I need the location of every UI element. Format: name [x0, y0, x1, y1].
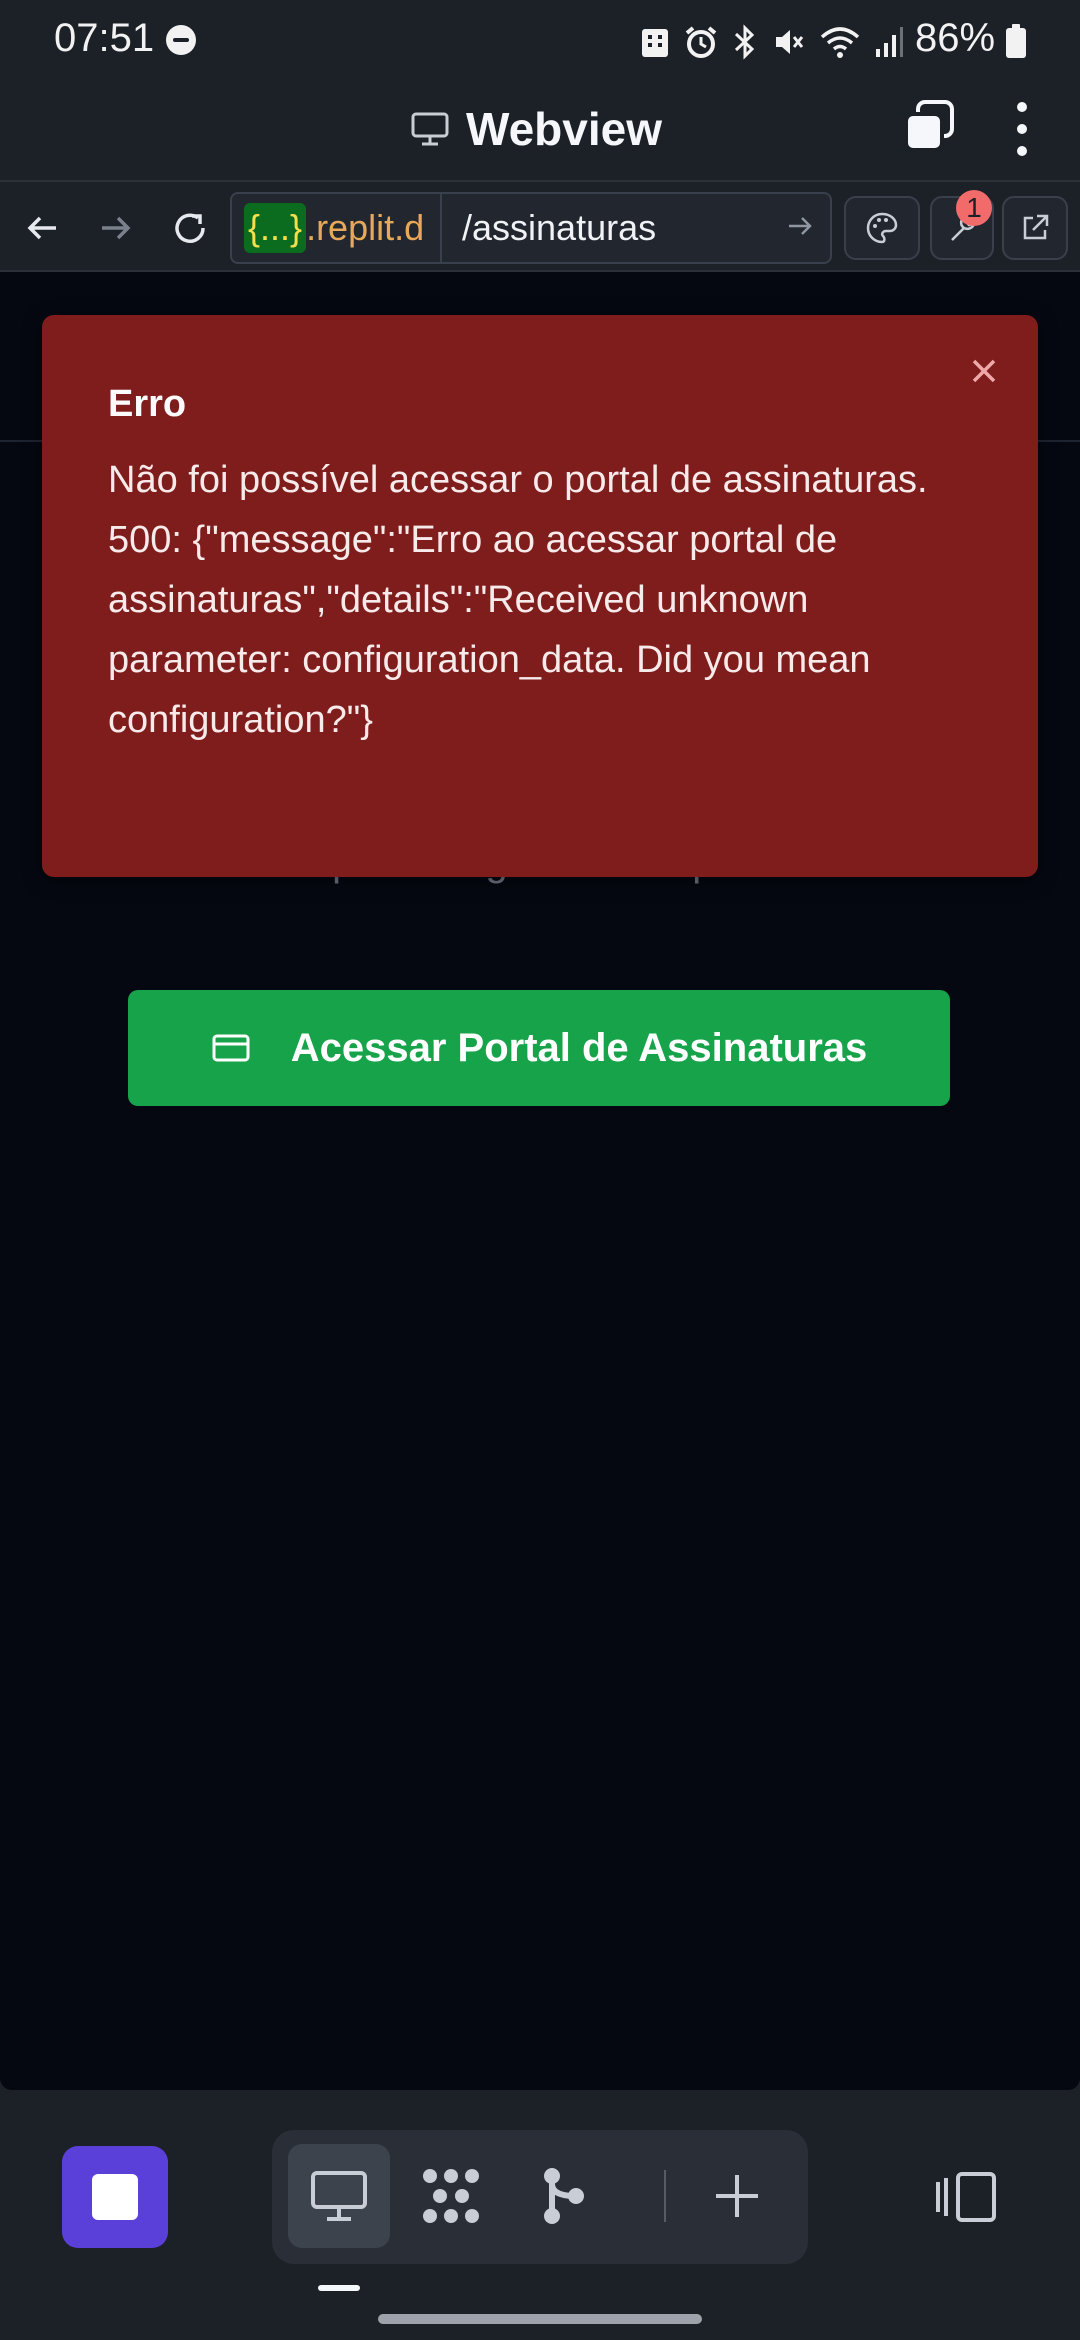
monitor-icon — [311, 2171, 367, 2221]
access-portal-button[interactable]: Acessar Portal de Assinaturas — [128, 990, 950, 1106]
theme-palette-button[interactable] — [844, 196, 920, 260]
page-title: Webview — [466, 103, 662, 155]
stop-button[interactable] — [62, 2146, 168, 2248]
back-arrow-icon[interactable] — [22, 208, 62, 248]
status-time: 07:51 — [54, 16, 155, 60]
url-input[interactable]: {...} .replit.d /assinaturas — [230, 192, 832, 264]
open-external-button[interactable] — [1002, 196, 1068, 260]
battery-percent: 86% — [915, 16, 996, 60]
access-portal-label: Acessar Portal de Assinaturas — [290, 1025, 868, 1070]
add-tool-button[interactable] — [686, 2144, 788, 2248]
status-icons — [640, 22, 904, 62]
tabs-button[interactable] — [904, 100, 954, 152]
agent-tool-button[interactable] — [400, 2144, 502, 2248]
signal-icon — [876, 27, 903, 57]
home-indicator[interactable] — [378, 2314, 702, 2324]
go-arrow-icon[interactable] — [786, 212, 814, 248]
close-icon[interactable] — [964, 351, 1004, 391]
stop-icon — [92, 2174, 138, 2220]
plus-icon — [716, 2175, 758, 2217]
panel-layout-icon — [936, 2172, 996, 2222]
reload-icon[interactable] — [170, 208, 210, 248]
battery-icon — [1006, 24, 1026, 58]
mute-icon — [776, 30, 804, 54]
forward-arrow-icon[interactable] — [96, 208, 136, 248]
dots-grid-icon — [423, 2169, 479, 2223]
url-host: {...} .replit.d — [232, 194, 442, 262]
bluetooth-icon — [734, 24, 755, 60]
credit-card-icon — [212, 1034, 250, 1062]
url-host-suffix: .replit.d — [306, 207, 425, 248]
external-link-icon — [1023, 214, 1049, 240]
monitor-icon — [411, 112, 449, 146]
url-bar: {...} .replit.d /assinaturas — [0, 180, 1080, 272]
git-tool-button[interactable] — [512, 2144, 614, 2248]
toast-message: Não foi possível acessar o portal de ass… — [108, 459, 928, 741]
url-path: /assinaturas — [462, 207, 657, 248]
palette-icon — [866, 212, 898, 244]
alarm-icon — [685, 26, 717, 58]
tool-switcher — [272, 2130, 808, 2264]
wifi-icon — [820, 27, 860, 58]
url-host-mask: {...} — [244, 203, 307, 253]
status-bar: 07:51 86% — [0, 0, 1080, 80]
active-tab-indicator — [318, 2285, 360, 2291]
more-menu-icon[interactable] — [1010, 102, 1034, 156]
title-group: Webview — [410, 102, 662, 156]
devtools-badge: 1 — [956, 190, 992, 226]
building-icon — [642, 29, 668, 57]
error-toast: Erro Não foi possível acessar o portal d… — [42, 315, 1038, 877]
toolbar-separator — [664, 2170, 666, 2222]
webview-tool-button[interactable] — [288, 2144, 390, 2248]
branch-icon — [544, 2168, 584, 2224]
bottom-toolbar — [0, 2090, 1080, 2340]
dnd-icon — [166, 25, 196, 55]
toast-title: Erro — [108, 383, 187, 425]
title-bar: Webview — [0, 80, 1080, 180]
panel-toggle-button[interactable] — [930, 2170, 1000, 2224]
